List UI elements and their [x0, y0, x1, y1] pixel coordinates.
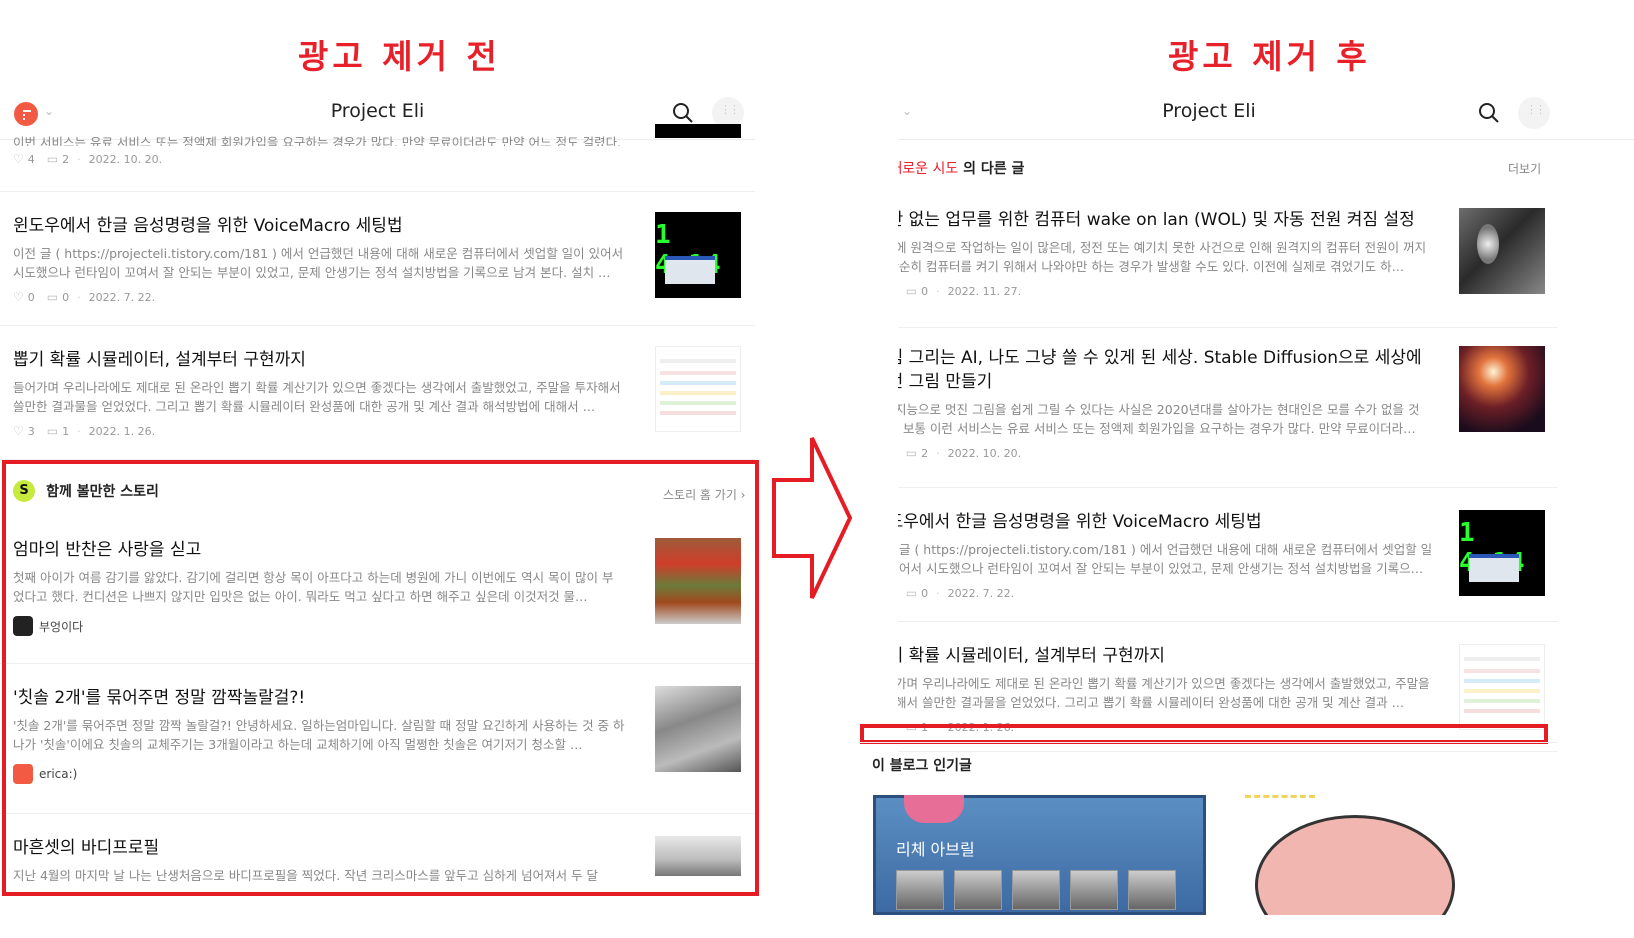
post-title[interactable]: 그림 그리는 AI, 나도 그냥 쓸 수 있게 된 세상. Stable Dif…: [898, 346, 1428, 394]
removed-ad-highlight-box: [860, 724, 1548, 744]
post-title[interactable]: 윈도우에서 한글 음성명령을 위한 VoiceMacro 세팅법: [13, 214, 625, 238]
comment-icon: ▭: [905, 284, 918, 298]
list-item[interactable]: 윈도우에서 한글 음성명령을 위한 VoiceMacro 세팅법 이전 글 ( …: [898, 488, 1558, 622]
post-meta: ♡1 ▭0 ·2022. 11. 27.: [905, 284, 1022, 298]
popular-posts-section: 이 블로그 인기글 리체 아브릴: [858, 742, 1558, 938]
heart-icon: ♡: [13, 424, 24, 438]
menu-dots-icon[interactable]: [1518, 97, 1550, 129]
post-excerpt: 들어가며 우리나라에도 제대로 된 온라인 뽑기 확률 계산기가 있으면 좋겠다…: [13, 380, 621, 414]
popular-post-thumbnail[interactable]: 리체 아브릴: [873, 795, 1206, 915]
blog-topbar: ⌄ Project Eli: [0, 88, 755, 140]
comment-icon: ▭: [46, 152, 59, 166]
comment-icon: ▭: [905, 586, 918, 600]
heart-icon: ♡: [13, 152, 24, 166]
post-meta: ♡4 ▭2 ·2022. 10. 20.: [905, 446, 1022, 460]
post-meta: ♡3 ▭1 ·2022. 1. 26.: [13, 424, 156, 438]
post-thumbnail[interactable]: [1459, 208, 1545, 294]
list-item[interactable]: 뽑기 확률 시뮬레이터, 설계부터 구현까지 들어가며 우리나라에도 제대로 된…: [0, 326, 755, 460]
popular-post-thumbnail[interactable]: [1215, 795, 1548, 915]
post-title[interactable]: 뽑기 확률 시뮬레이터, 설계부터 구현까지: [13, 348, 625, 372]
post-thumbnail[interactable]: [655, 346, 741, 432]
heading-before: 광고 제거 전: [298, 37, 501, 76]
post-excerpt: 이전 글 ( https://projecteli.tistory.com/18…: [13, 246, 624, 280]
list-item[interactable]: 이번 서비스는 유료 서비스 또는 정액제 회원가입을 요구하는 경우가 많다.…: [0, 124, 755, 192]
comment-icon: ▭: [46, 424, 59, 438]
post-meta: ♡0 ▭0 ·2022. 7. 22.: [13, 290, 156, 304]
post-title[interactable]: 뽑기 확률 시뮬레이터, 설계부터 구현까지: [898, 644, 1438, 668]
list-item[interactable]: 그림 그리는 AI, 나도 그냥 쓸 수 있게 된 세상. Stable Dif…: [898, 328, 1558, 488]
heading-after: 광고 제거 후: [1168, 37, 1371, 76]
comment-icon: ▭: [46, 290, 59, 304]
post-thumbnail[interactable]: [1459, 644, 1545, 730]
blog-title[interactable]: Project Eli: [898, 100, 1559, 122]
post-title[interactable]: 윈도우에서 한글 음성명령을 위한 VoiceMacro 세팅법: [898, 510, 1438, 534]
post-excerpt: 들어가며 우리나라에도 제대로 된 온라인 뽑기 확률 계산기가 있으면 좋겠다…: [898, 676, 1430, 710]
comment-icon: ▭: [905, 446, 918, 460]
search-icon[interactable]: [672, 102, 694, 124]
blog-title[interactable]: Project Eli: [0, 100, 755, 122]
list-item[interactable]: 중단 없는 업무를 위한 컴퓨터 wake on lan (WOL) 및 자동 …: [898, 192, 1558, 328]
blog-topbar: ⌄ Project Eli: [898, 88, 1634, 140]
category-link[interactable]: IT/새로운 시도: [898, 161, 958, 177]
ad-highlight-box: [2, 460, 759, 896]
post-meta: ♡4 ▭2 ·2022. 10. 20.: [13, 152, 163, 166]
right-arrow-icon: [772, 437, 853, 599]
post-excerpt: 평소에 원격으로 작업하는 일이 많은데, 정전 또는 예기치 못한 사건으로 …: [898, 240, 1427, 274]
post-thumbnail[interactable]: 1 4:14: [1459, 510, 1545, 596]
popular-posts-title: 이 블로그 인기글: [872, 758, 972, 774]
post-excerpt: 인공지능으로 멋진 그림을 쉽게 그릴 수 있다는 사실은 2020년대를 살아…: [898, 402, 1420, 436]
post-excerpt: 이전 글 ( https://projecteli.tistory.com/18…: [898, 542, 1433, 576]
post-title[interactable]: 중단 없는 업무를 위한 컴퓨터 wake on lan (WOL) 및 자동 …: [898, 208, 1428, 232]
list-item[interactable]: 윈도우에서 한글 음성명령을 위한 VoiceMacro 세팅법 이전 글 ( …: [0, 192, 755, 326]
post-thumbnail[interactable]: [655, 124, 741, 138]
post-thumbnail[interactable]: 1 4:14: [655, 212, 741, 298]
search-icon[interactable]: [1478, 102, 1500, 124]
more-link[interactable]: 더보기: [1508, 160, 1541, 177]
heart-icon: ♡: [13, 290, 24, 304]
post-excerpt: 이번 서비스는 유료 서비스 또는 정액제 회원가입을 요구하는 경우가 많다.…: [13, 136, 622, 146]
post-thumbnail[interactable]: [1459, 346, 1545, 432]
related-posts-header: IT/새로운 시도 의 다른 글 더보기: [898, 140, 1634, 192]
post-meta: ♡0 ▭0 ·2022. 7. 22.: [905, 586, 1015, 600]
